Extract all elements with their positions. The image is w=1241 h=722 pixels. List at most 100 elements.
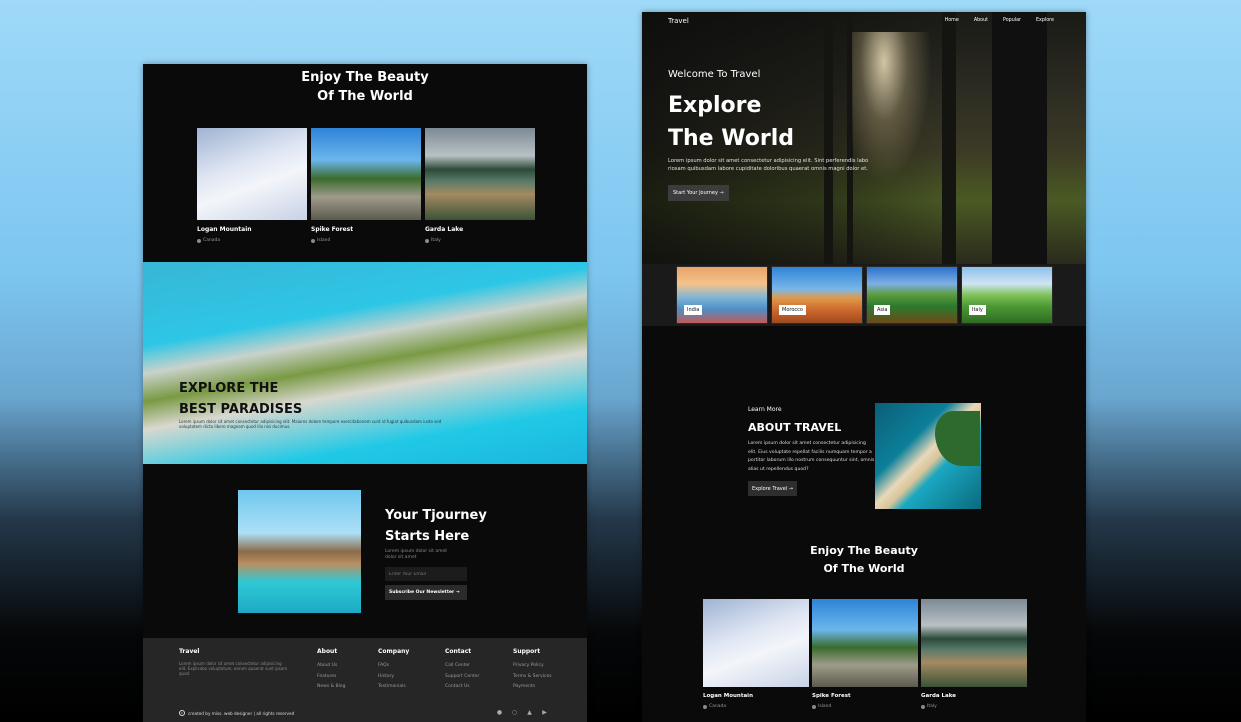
- nav-menu: Home About Popular Explore: [945, 18, 1054, 23]
- footer-heading: About: [317, 648, 338, 655]
- journey-text: Lorem ipsum dolor sit amet dolor sit ame…: [385, 549, 447, 560]
- hero-title: Explore The World: [668, 93, 794, 151]
- footer-column-company: Company FAQs History Testimonials: [378, 648, 409, 693]
- explore-travel-button[interactable]: Explore Travel →: [748, 481, 797, 496]
- about-text: Lorem ipsum dolor sit amet consectetur a…: [748, 441, 875, 472]
- section-title: Enjoy The Beauty Of The World: [301, 70, 429, 104]
- tree-trunk: [942, 12, 956, 264]
- destination-asia[interactable]: Asia: [866, 266, 958, 324]
- footer-brand-column: Travel Lorem ipsum dolor sit amet consec…: [179, 648, 289, 676]
- footer-link[interactable]: Privacy Policy: [513, 661, 552, 672]
- location-text: Island: [317, 238, 331, 243]
- destination-card[interactable]: Spike Forest Island: [812, 599, 918, 709]
- footer-brand[interactable]: Travel: [179, 648, 289, 655]
- footer: Travel Lorem ipsum dolor sit amet consec…: [143, 638, 587, 722]
- email-field[interactable]: [385, 567, 467, 581]
- destination-label: India: [684, 305, 703, 315]
- location-text: Canada: [709, 704, 727, 709]
- location-text: Italy: [431, 238, 441, 243]
- footer-link[interactable]: Contact Us: [445, 682, 479, 693]
- about-eyebrow: Learn More: [748, 406, 782, 413]
- location-icon: [311, 238, 315, 243]
- footer-link[interactable]: History: [378, 672, 409, 683]
- beach-aerial-image: [875, 403, 981, 509]
- hero-text: Lorem ipsum dolor sit amet consectetur a…: [668, 158, 869, 172]
- nav-brand[interactable]: Travel: [668, 17, 689, 25]
- forest-image: [311, 128, 421, 220]
- destination-card[interactable]: Garda Lake Italy: [425, 128, 535, 243]
- card-title: Garda Lake: [425, 226, 464, 233]
- card-location: Island: [812, 704, 918, 709]
- card-location: Canada: [197, 238, 307, 243]
- destination-card[interactable]: Logan Mountain Canada: [197, 128, 307, 243]
- card-location: Italy: [921, 704, 1027, 709]
- footer-heading: Contact: [445, 648, 472, 655]
- destination-morocco[interactable]: Morocco: [771, 266, 863, 324]
- footer-brand-text: Lorem ipsum dolor sit amet consectetur a…: [179, 661, 288, 676]
- footer-link[interactable]: News & Blog: [317, 682, 345, 693]
- paradise-banner: EXPLORE THE BEST PARADISES Lorem ipsum d…: [143, 262, 587, 464]
- tree-trunk: [992, 12, 1047, 264]
- destination-india[interactable]: India: [676, 266, 768, 324]
- card-title: Spike Forest: [311, 226, 354, 233]
- copyright-icon: c: [179, 710, 185, 716]
- resort-image: [238, 490, 361, 613]
- nav-explore[interactable]: Explore: [1036, 18, 1054, 23]
- footer-heading: Company: [378, 648, 410, 655]
- mountain-image: [197, 128, 307, 220]
- footer-link[interactable]: Call Center: [445, 661, 479, 672]
- card-title: Spike Forest: [812, 693, 851, 699]
- facebook-icon[interactable]: ●: [496, 709, 503, 716]
- footer-heading: Support: [513, 648, 541, 655]
- footer-link[interactable]: FAQs: [378, 661, 409, 672]
- banner-heading: EXPLORE THE BEST PARADISES: [179, 381, 303, 417]
- footer-column-support: Support Privacy Policy Terms & Services …: [513, 648, 552, 693]
- footer-column-contact: Contact Call Center Support Center Conta…: [445, 648, 479, 693]
- left-page-screenshot: Enjoy The Beauty Of The World Logan Moun…: [143, 64, 587, 722]
- card-title: Logan Mountain: [197, 226, 252, 233]
- tree-trunk: [824, 12, 833, 264]
- destination-strip: India Morocco Asia Italy: [642, 264, 1086, 326]
- footer-link[interactable]: About Us: [317, 661, 345, 672]
- hero-section: Travel Home About Popular Explore Welcom…: [642, 12, 1086, 264]
- lake-image: [425, 128, 535, 220]
- location-icon: [197, 238, 201, 243]
- instagram-icon[interactable]: ○: [511, 709, 518, 716]
- footer-column-about: About About Us Features News & Blog: [317, 648, 345, 693]
- destination-italy[interactable]: Italy: [961, 266, 1053, 324]
- location-icon: [425, 238, 429, 243]
- card-title: Garda Lake: [921, 693, 956, 699]
- footer-link[interactable]: Terms & Services: [513, 672, 552, 683]
- mountain-image: [703, 599, 809, 687]
- journey-title: Your Tjourney Starts Here: [385, 508, 487, 544]
- card-title: Logan Mountain: [703, 693, 753, 699]
- footer-link[interactable]: Testimonials: [378, 682, 409, 693]
- footer-link[interactable]: Support Center: [445, 672, 479, 683]
- copyright-text: created by miss. web designer | all righ…: [188, 710, 295, 716]
- nav-about[interactable]: About: [974, 18, 988, 23]
- destination-card[interactable]: Logan Mountain Canada: [703, 599, 809, 709]
- social-links: ● ○ ▲ ▶: [496, 709, 548, 716]
- nav-home[interactable]: Home: [945, 18, 959, 23]
- footer-link[interactable]: Features: [317, 672, 345, 683]
- subscribe-button[interactable]: Subscribe Our Newsletter →: [385, 585, 467, 600]
- start-journey-button[interactable]: Start Your Journey →: [668, 185, 729, 201]
- section-title: Enjoy The Beauty Of The World: [810, 544, 918, 575]
- hero-welcome: Welcome To Travel: [668, 69, 761, 80]
- destination-card[interactable]: Garda Lake Italy: [921, 599, 1027, 709]
- location-icon: [921, 704, 925, 709]
- twitter-icon[interactable]: ▲: [526, 709, 533, 716]
- nav-popular[interactable]: Popular: [1003, 18, 1021, 23]
- destination-card[interactable]: Spike Forest Island: [311, 128, 421, 243]
- forest-image: [812, 599, 918, 687]
- card-location: Canada: [703, 704, 809, 709]
- location-text: Italy: [927, 704, 937, 709]
- banner-text: Lorem ipsum dolor sit amet consectetur a…: [179, 419, 442, 429]
- youtube-icon[interactable]: ▶: [541, 709, 548, 716]
- footer-link[interactable]: Payments: [513, 682, 552, 693]
- copyright: c created by miss. web designer | all ri…: [179, 710, 294, 716]
- destination-label: Italy: [969, 305, 986, 315]
- location-text: Canada: [203, 238, 221, 243]
- card-location: Island: [311, 238, 421, 243]
- location-icon: [703, 704, 707, 709]
